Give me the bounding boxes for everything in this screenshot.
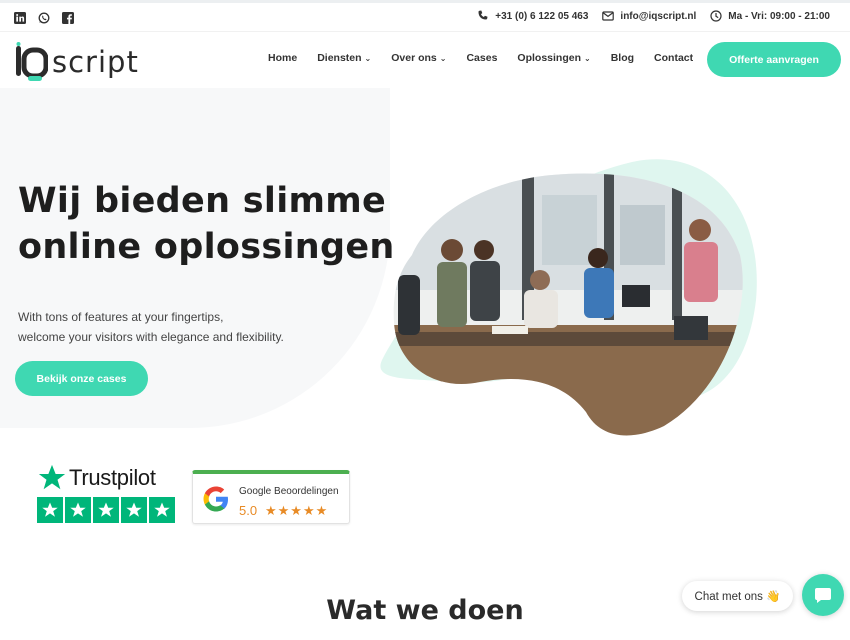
view-cases-button[interactable]: Bekijk onze cases: [15, 361, 148, 396]
email-address: info@iqscript.nl: [620, 10, 697, 22]
chat-bubble[interactable]: Chat met ons 👋: [682, 581, 793, 611]
iq-logo-icon: [16, 42, 48, 81]
chat-icon: [815, 588, 831, 603]
nav-blog[interactable]: Blog: [611, 52, 634, 64]
google-reviews-badge[interactable]: Google Beoordelingen 5.0 ★★★★★: [192, 470, 350, 524]
trustpilot-star-icon: [38, 464, 66, 490]
quote-request-button[interactable]: Offerte aanvragen: [707, 42, 841, 77]
trustpilot-header: Trustpilot: [37, 463, 177, 493]
trustpilot-rating-star-icon: [37, 497, 63, 523]
nav-oplossingen-label: Oplossingen: [517, 52, 582, 64]
opening-hours: Ma - Vri: 09:00 - 21:00: [728, 10, 830, 22]
trustpilot-rating-star-icon: [149, 497, 175, 523]
nav-contact-label: Contact: [654, 52, 694, 64]
nav-contact[interactable]: Contact: [654, 52, 693, 64]
social-links: [14, 12, 74, 24]
chevron-down-icon: ⌄: [364, 53, 372, 63]
google-g-icon: [203, 486, 228, 512]
whatsapp-icon[interactable]: [38, 12, 50, 24]
nav-diensten-label: Diensten: [317, 52, 362, 64]
nav-home-label: Home: [268, 52, 298, 64]
trustpilot-rating-star-icon: [93, 497, 119, 523]
linkedin-icon[interactable]: [14, 12, 26, 24]
hours-item: Ma - Vri: 09:00 - 21:00: [710, 10, 830, 22]
email-item[interactable]: info@iqscript.nl: [602, 10, 696, 22]
hero-subtitle-line2: welcome your visitors with elegance and …: [18, 330, 284, 344]
top-bar: +31 (0) 6 122 05 463 info@iqscript.nl Ma…: [0, 0, 850, 32]
contact-info: +31 (0) 6 122 05 463 info@iqscript.nl Ma…: [463, 10, 830, 22]
hero-team-image: [380, 159, 757, 436]
trustpilot-rating: [37, 497, 177, 523]
nav-home[interactable]: Home: [268, 52, 297, 64]
phone-item[interactable]: +31 (0) 6 122 05 463: [477, 10, 588, 22]
main-nav: Home Diensten ⌄ Over ons ⌄ Cases Oplossing…: [268, 52, 713, 64]
hero-subtitle: With tons of features at your fingertips…: [18, 307, 338, 347]
phone-number: +31 (0) 6 122 05 463: [495, 10, 589, 22]
main-header: script Home Diensten ⌄ Over ons ⌄ Cases Op…: [0, 32, 850, 88]
trustpilot-name: Trustpilot: [69, 465, 156, 490]
logo-text: script: [52, 44, 139, 79]
hero-subtitle-line1: With tons of features at your fingertips…: [18, 310, 224, 324]
nav-blog-label: Blog: [610, 52, 635, 64]
nav-cases[interactable]: Cases: [466, 52, 497, 64]
chat-launcher-button[interactable]: [802, 574, 844, 616]
mail-icon: [602, 11, 615, 21]
facebook-icon[interactable]: [62, 12, 74, 24]
logo[interactable]: script: [14, 42, 139, 82]
nav-over-ons-label: Over ons: [391, 52, 437, 64]
chevron-down-icon: ⌄: [584, 53, 591, 63]
nav-oplossingen[interactable]: Oplossingen ⌄: [517, 52, 590, 64]
phone-icon: [478, 10, 488, 20]
trustpilot-rating-star-icon: [121, 497, 147, 523]
trustpilot-rating-star-icon: [65, 497, 91, 523]
trustpilot-badge[interactable]: Trustpilot: [37, 463, 177, 523]
google-score: 5.0: [239, 503, 258, 518]
nav-over-ons[interactable]: Over ons ⌄: [391, 52, 446, 64]
google-star-rating: ★★★★★: [265, 503, 329, 518]
nav-diensten[interactable]: Diensten ⌄: [317, 52, 371, 64]
chevron-down-icon: ⌄: [439, 53, 447, 63]
nav-cases-label: Cases: [466, 52, 498, 64]
google-reviews-title: Google Beoordelingen: [239, 486, 339, 497]
clock-icon: [710, 10, 722, 22]
